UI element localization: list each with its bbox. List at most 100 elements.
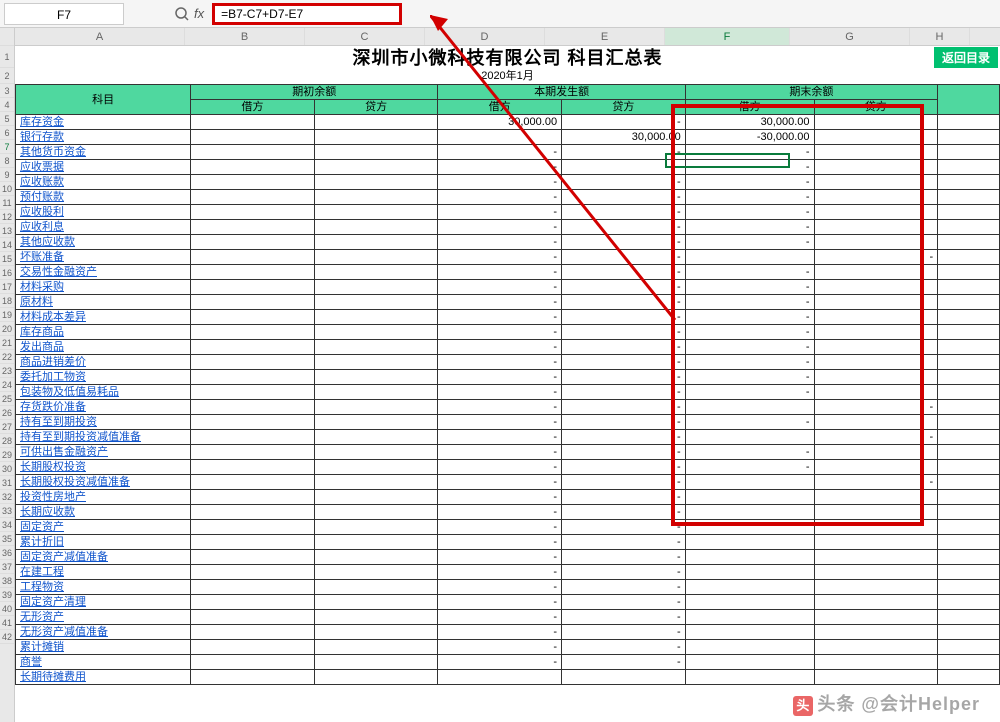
cell[interactable]: [814, 565, 938, 580]
cell[interactable]: -: [562, 250, 686, 265]
cell-label[interactable]: 无形资产: [16, 610, 191, 625]
fx-label[interactable]: fx: [194, 6, 204, 21]
row-header-8[interactable]: 8: [0, 154, 14, 168]
cell[interactable]: -: [438, 535, 562, 550]
cell[interactable]: -: [438, 145, 562, 160]
cell[interactable]: [814, 265, 938, 280]
cell[interactable]: [314, 145, 438, 160]
cell[interactable]: [938, 670, 1000, 685]
cell[interactable]: [814, 580, 938, 595]
cell-label[interactable]: 投资性房地产: [16, 490, 191, 505]
cell[interactable]: -: [562, 400, 686, 415]
cell[interactable]: [814, 415, 938, 430]
cell[interactable]: [191, 295, 315, 310]
row-header-39[interactable]: 39: [0, 588, 14, 602]
cell[interactable]: [314, 505, 438, 520]
cell[interactable]: -: [562, 445, 686, 460]
cell[interactable]: [814, 145, 938, 160]
cell[interactable]: -: [438, 430, 562, 445]
row-header-21[interactable]: 21: [0, 336, 14, 350]
cell[interactable]: [314, 385, 438, 400]
cell[interactable]: -: [562, 310, 686, 325]
cell[interactable]: [685, 250, 814, 265]
cell[interactable]: [191, 670, 315, 685]
row-header-7[interactable]: 7: [0, 140, 14, 154]
cell[interactable]: -: [685, 235, 814, 250]
cell[interactable]: [314, 445, 438, 460]
cell[interactable]: -: [438, 655, 562, 670]
cell[interactable]: [191, 190, 315, 205]
row-header-15[interactable]: 15: [0, 252, 14, 266]
cell[interactable]: [685, 610, 814, 625]
cell-label[interactable]: 工程物资: [16, 580, 191, 595]
cell[interactable]: -: [562, 235, 686, 250]
cell[interactable]: -: [685, 460, 814, 475]
col-header-E[interactable]: E: [545, 28, 665, 45]
cell[interactable]: -: [562, 220, 686, 235]
cell[interactable]: -: [685, 310, 814, 325]
cell-label[interactable]: 长期应收款: [16, 505, 191, 520]
row-header-35[interactable]: 35: [0, 532, 14, 546]
row-header-31[interactable]: 31: [0, 476, 14, 490]
cell[interactable]: [814, 625, 938, 640]
cell[interactable]: [314, 670, 438, 685]
row-header-1[interactable]: 1: [0, 46, 14, 68]
cell[interactable]: -: [562, 340, 686, 355]
row-header-19[interactable]: 19: [0, 308, 14, 322]
cell[interactable]: -: [562, 370, 686, 385]
cell[interactable]: [938, 520, 1000, 535]
cell-label[interactable]: 长期待摊费用: [16, 670, 191, 685]
cell[interactable]: -: [438, 550, 562, 565]
cell[interactable]: [814, 595, 938, 610]
cell[interactable]: [814, 280, 938, 295]
cell[interactable]: [938, 265, 1000, 280]
cell[interactable]: [685, 655, 814, 670]
cell[interactable]: -: [814, 430, 938, 445]
cell[interactable]: [314, 595, 438, 610]
cell[interactable]: [314, 520, 438, 535]
cell[interactable]: 30,000.00: [562, 130, 686, 145]
cell[interactable]: [562, 670, 686, 685]
cell[interactable]: [938, 460, 1000, 475]
cell[interactable]: [314, 655, 438, 670]
cell[interactable]: -: [438, 400, 562, 415]
cell[interactable]: [314, 205, 438, 220]
cell[interactable]: [814, 355, 938, 370]
row-header-18[interactable]: 18: [0, 294, 14, 308]
cell[interactable]: [938, 595, 1000, 610]
cell[interactable]: [938, 310, 1000, 325]
cell[interactable]: -: [562, 175, 686, 190]
cell[interactable]: -: [562, 550, 686, 565]
cell[interactable]: -: [562, 205, 686, 220]
cell[interactable]: -: [562, 160, 686, 175]
cell[interactable]: [314, 475, 438, 490]
cell-label[interactable]: 可供出售金融资产: [16, 445, 191, 460]
cell[interactable]: [938, 250, 1000, 265]
cell[interactable]: [685, 640, 814, 655]
row-header-4[interactable]: 4: [0, 98, 14, 112]
cell[interactable]: [814, 295, 938, 310]
cell[interactable]: [814, 175, 938, 190]
cell[interactable]: -: [438, 415, 562, 430]
cell[interactable]: -: [562, 280, 686, 295]
cell-label[interactable]: 委托加工物资: [16, 370, 191, 385]
cell[interactable]: -: [685, 415, 814, 430]
cell[interactable]: -: [562, 190, 686, 205]
col-header-H[interactable]: H: [910, 28, 970, 45]
cell[interactable]: [191, 310, 315, 325]
row-header-40[interactable]: 40: [0, 602, 14, 616]
cell[interactable]: -: [685, 325, 814, 340]
row-header-16[interactable]: 16: [0, 266, 14, 280]
cell[interactable]: [191, 550, 315, 565]
cell[interactable]: 30,000.00: [438, 115, 562, 130]
cell[interactable]: -: [562, 475, 686, 490]
name-box[interactable]: F7: [4, 3, 124, 25]
cell[interactable]: [191, 250, 315, 265]
cell[interactable]: [814, 505, 938, 520]
cell-label[interactable]: 在建工程: [16, 565, 191, 580]
cell[interactable]: -: [562, 460, 686, 475]
row-header-27[interactable]: 27: [0, 420, 14, 434]
cell[interactable]: [814, 220, 938, 235]
cell[interactable]: -: [438, 205, 562, 220]
cell[interactable]: [938, 145, 1000, 160]
